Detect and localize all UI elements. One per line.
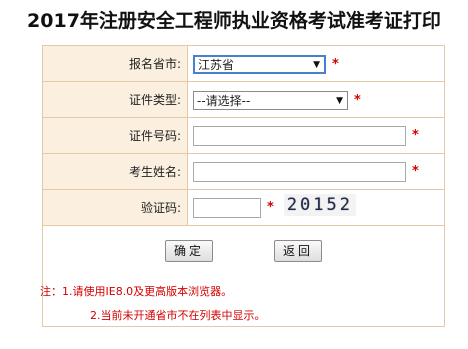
captcha-image[interactable]: 20152: [283, 193, 356, 216]
button-row: 确定 返回: [42, 225, 445, 276]
province-label: 报名省市:: [42, 45, 188, 82]
required-mark: *: [332, 56, 339, 72]
form-row-province: 报名省市: 江苏省 ▼ *: [42, 45, 445, 82]
captcha-input[interactable]: [193, 197, 261, 218]
id-number-input[interactable]: [193, 125, 406, 146]
id-type-label: 证件类型:: [42, 81, 188, 118]
id-type-select-value: --请选择--: [197, 93, 251, 108]
province-select-value: 江苏省: [198, 57, 235, 72]
note-line-2: 2.当前未开通省市不在列表中显示。: [90, 309, 266, 322]
form-row-id-type: 证件类型: --请选择-- ▼ *: [42, 81, 445, 118]
page-title: 2017年注册安全工程师执业资格考试准考证打印: [27, 10, 441, 32]
required-mark: *: [412, 128, 419, 144]
required-mark: *: [412, 164, 419, 180]
name-label: 考生姓名:: [42, 153, 188, 190]
id-number-label: 证件号码:: [42, 117, 188, 154]
form-row-name: 考生姓名: *: [42, 153, 445, 190]
chevron-down-icon: ▼: [313, 59, 320, 70]
id-type-select[interactable]: --请选择-- ▼: [193, 90, 348, 110]
back-button[interactable]: 返回: [274, 240, 323, 262]
confirm-button[interactable]: 确定: [164, 240, 213, 262]
chevron-down-icon: ▼: [336, 95, 343, 106]
required-mark: *: [354, 92, 361, 108]
province-select[interactable]: 江苏省 ▼: [193, 54, 326, 74]
form-row-captcha: 验证码: * 20152: [42, 189, 445, 226]
note-line-1: 注：1.请使用IE8.0及更高版本浏览器。: [40, 285, 233, 298]
print-form: 报名省市: 江苏省 ▼ * 证件类型: --请选择-- ▼ * 证件号码: * …: [42, 45, 445, 276]
name-input[interactable]: [193, 161, 406, 182]
captcha-label: 验证码:: [42, 189, 188, 226]
required-mark: *: [267, 200, 274, 215]
form-row-id-number: 证件号码: *: [42, 117, 445, 154]
